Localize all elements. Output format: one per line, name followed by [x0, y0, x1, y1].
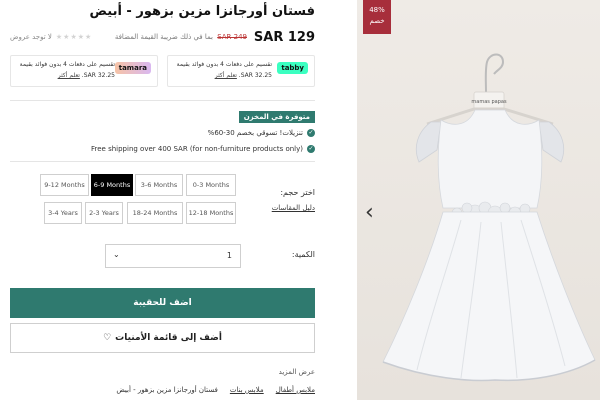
add-to-bag-button[interactable]: اضف للحقيبة	[10, 288, 315, 318]
in-stock-badge: متوفرة في المخزن	[238, 111, 315, 123]
check-icon: ✓	[307, 129, 315, 137]
size-option[interactable]: 9-12 Months	[40, 174, 89, 196]
benefit-row: ✓ تنزيلات! تسوقي بخصم 30-60%	[208, 129, 315, 137]
discount-label: خصم	[369, 17, 385, 25]
star-rating-icon: ★★★★★	[55, 33, 93, 41]
size-option[interactable]: 0-3 Months	[186, 174, 236, 196]
tabby-amount: SAR 32.25	[240, 72, 272, 79]
size-option[interactable]: 3-4 Years	[44, 202, 82, 224]
discount-percent: 48%	[369, 6, 385, 14]
reviews[interactable]: لا توجد عروض ★★★★★	[10, 33, 92, 41]
no-reviews-label: لا توجد عروض	[10, 33, 52, 41]
size-option[interactable]: 3-6 Months	[135, 174, 183, 196]
quantity-select[interactable]: ⌄ 1	[105, 244, 241, 268]
size-option[interactable]: 2-3 Years	[85, 202, 123, 224]
chevron-down-icon: ⌄	[113, 250, 120, 259]
tabby-installments: tabby تقسيم على دفعات 4 بدون فوائد بقيمة…	[167, 55, 315, 87]
tamara-learn-more-link[interactable]: تعلم أكثر	[58, 72, 80, 79]
tamara-logo: tamara	[114, 62, 151, 74]
tabby-learn-more-link[interactable]: تعلم أكثر	[215, 72, 237, 79]
quantity-label: الكمية:	[291, 250, 315, 259]
size-label: اختر حجم:	[280, 188, 315, 197]
add-to-wishlist-button[interactable]: أضف إلى قائمة الأمنيات ♡	[10, 323, 315, 353]
tamara-amount: SAR 32.25	[83, 72, 115, 79]
sale-benefit: تنزيلات! تسوقي بخصم 30-60%	[207, 129, 303, 137]
tamara-text: تقسيم على دفعات 4 بدون فوائد بقيمة	[19, 61, 115, 68]
price-row: SAR 129 SAR 249 بما في ذلك ضريبة القيمة …	[10, 30, 315, 46]
size-option-selected[interactable]: 6-9 Months	[91, 174, 133, 196]
current-price: SAR 129	[253, 30, 315, 45]
chevron-left-icon[interactable]: ‹	[365, 202, 374, 224]
check-icon: ✓	[307, 145, 315, 153]
tamara-installments: tamara تقسيم على دفعات 4 بدون فوائد بقيم…	[10, 55, 158, 87]
benefit-row: ✓ Free shipping over 400 SAR (for non-fu…	[91, 145, 315, 153]
hanger-brand-text: mamas papas	[471, 99, 507, 105]
wishlist-label: أضف إلى قائمة الأمنيات	[115, 333, 222, 343]
size-option[interactable]: 12-18 Months	[186, 202, 236, 224]
tabby-text: تقسيم على دفعات 4 بدون فوائد بقيمة	[176, 61, 272, 68]
dress-image: mamas papas	[382, 53, 596, 382]
discount-badge: 48% خصم	[363, 0, 391, 34]
tabby-logo: tabby	[277, 62, 308, 74]
dress-skirt	[382, 211, 596, 381]
dress-bodice	[437, 109, 543, 209]
breadcrumb-kids-clothing[interactable]: ملابس أطفال	[276, 386, 315, 394]
quantity-value: 1	[226, 251, 232, 260]
breadcrumb: ملابس أطفال ملابس بنات فستان أورجانزا مز…	[116, 386, 315, 394]
size-guide-link[interactable]: دليل المقاسات	[272, 204, 315, 212]
size-option[interactable]: 18-24 Months	[127, 202, 183, 224]
breadcrumb-current: فستان أورجانزا مزين بزهور - أبيض	[116, 386, 218, 394]
heart-icon: ♡	[103, 333, 112, 343]
breadcrumb-girls-clothing[interactable]: ملابس بنات	[230, 386, 264, 394]
stock-info: متوفرة في المخزن ✓ تنزيلات! تسوقي بخصم 3…	[10, 100, 315, 162]
see-more-label: عرض المزيد	[278, 368, 315, 376]
shipping-benefit: Free shipping over 400 SAR (for non-furn…	[91, 145, 303, 153]
hanger-hook	[484, 53, 505, 93]
vat-note: بما في ذلك ضريبة القيمة المضافة	[114, 33, 213, 41]
product-title: فستان أورجانزا مزين بزهور - أبيض	[89, 4, 315, 19]
old-price: SAR 249	[217, 33, 247, 41]
product-image-gallery[interactable]: 48% خصم ‹ mamas papas	[357, 0, 600, 400]
product-details: فستان أورجانزا مزين بزهور - أبيض SAR 129…	[10, 0, 315, 400]
